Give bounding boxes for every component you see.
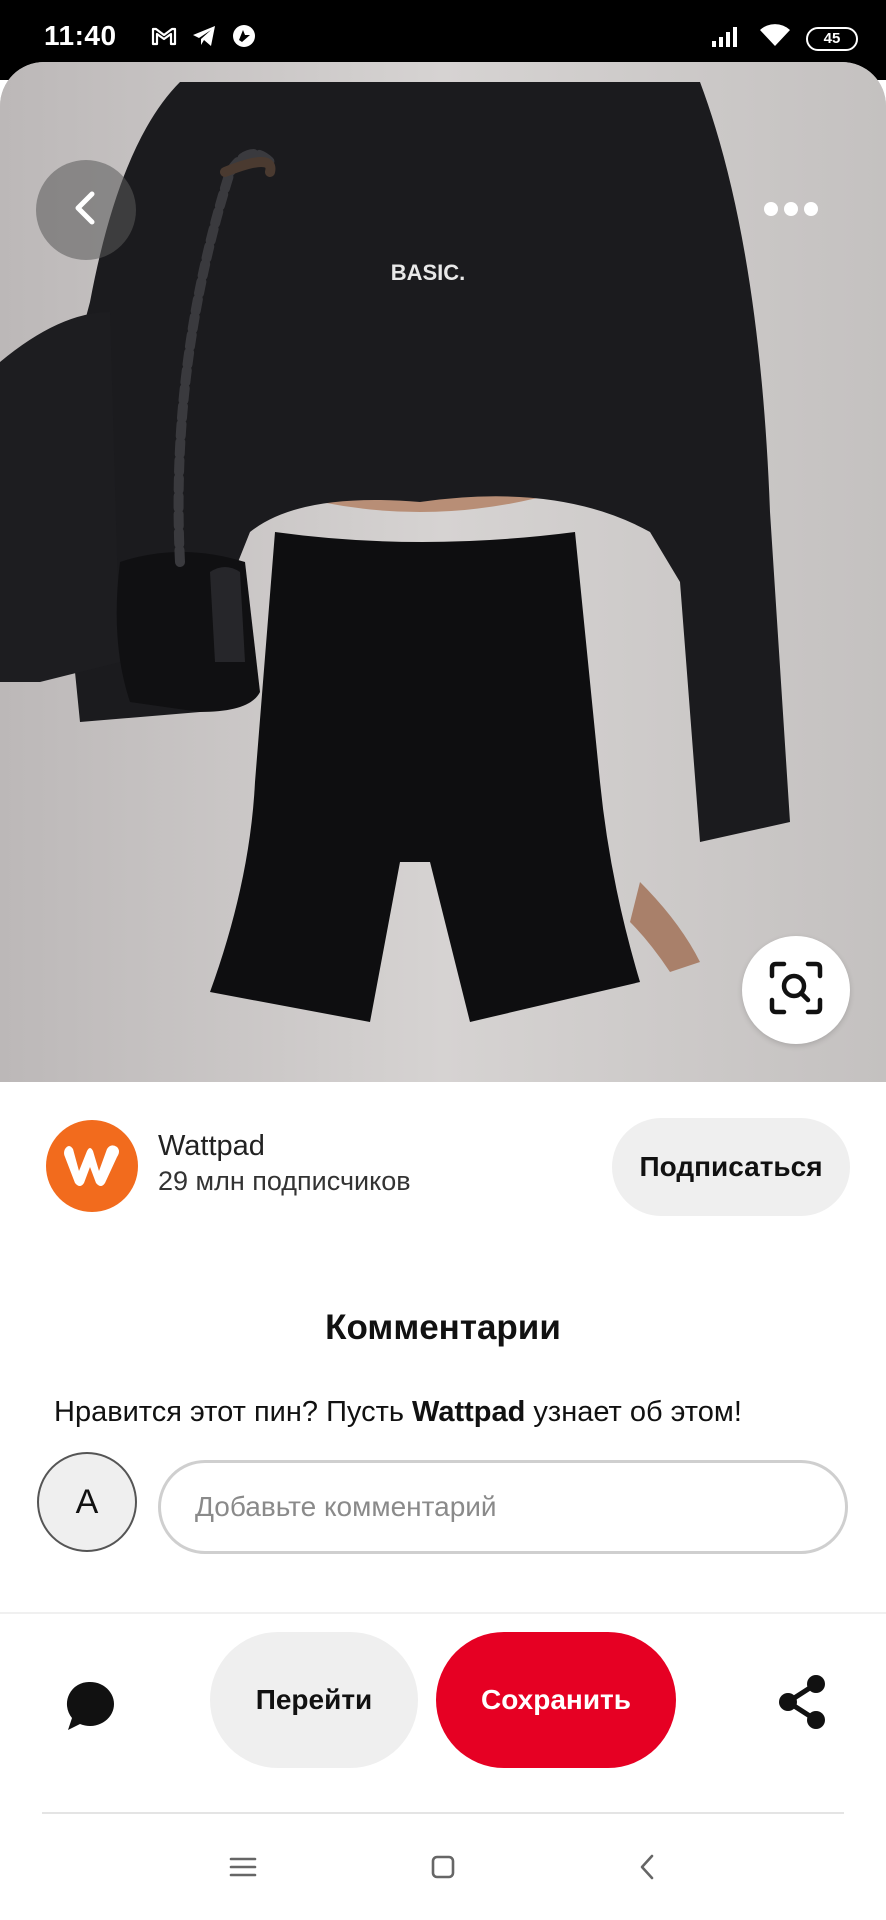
comment-button[interactable]	[56, 1674, 124, 1742]
back-chevron-icon	[635, 1852, 659, 1887]
visual-search-button[interactable]	[742, 936, 850, 1044]
battery-indicator: 45	[806, 26, 858, 51]
comments-prompt-creator: Wattpad	[412, 1396, 526, 1428]
share-icon	[774, 1672, 830, 1737]
comments-prompt: Нравится этот пин? Пусть Wattpad узнает …	[54, 1396, 742, 1429]
comments-prompt-end: узнает об этом!	[525, 1396, 742, 1428]
telegram-icon	[190, 22, 218, 55]
save-button[interactable]: Сохранить	[436, 1632, 676, 1768]
user-avatar[interactable]: A	[37, 1452, 137, 1552]
speech-bubble-icon	[62, 1678, 118, 1739]
action-bar: Перейти Сохранить	[0, 1614, 886, 1814]
status-notification-icons	[150, 22, 258, 55]
wifi-icon	[758, 22, 792, 55]
more-options-button[interactable]	[746, 134, 836, 224]
wattpad-logo-icon	[59, 1139, 125, 1194]
sweatshirt-print: BASIC.	[391, 260, 466, 285]
chevron-left-icon	[66, 188, 106, 233]
home-button[interactable]	[418, 1844, 468, 1894]
home-square-icon	[429, 1853, 457, 1886]
system-nav-bar	[0, 1814, 886, 1920]
system-back-button[interactable]	[622, 1844, 672, 1894]
comment-input[interactable]	[158, 1460, 848, 1554]
gmail-icon	[150, 22, 178, 55]
menu-icon	[228, 1855, 258, 1884]
creator-avatar[interactable]	[46, 1120, 138, 1212]
creator-row: Wattpad 29 млн подписчиков Подписаться	[0, 1100, 886, 1220]
more-dots-icon	[759, 199, 823, 224]
recent-apps-button[interactable]	[218, 1844, 268, 1894]
comments-title: Комментарии	[325, 1308, 561, 1347]
status-time: 11:40	[44, 20, 117, 51]
app-notification-icon	[230, 22, 258, 55]
creator-followers-count: 29 млн подписчиков	[158, 1166, 411, 1196]
visit-button[interactable]: Перейти	[210, 1632, 418, 1768]
back-button[interactable]	[36, 160, 136, 260]
comments-prompt-start: Нравится этот пин? Пусть	[54, 1396, 413, 1428]
share-button[interactable]	[768, 1670, 836, 1738]
visual-search-icon	[768, 960, 824, 1021]
signal-icon	[710, 23, 744, 54]
subscribe-button[interactable]: Подписаться	[612, 1118, 850, 1216]
pin-image[interactable]: BASIC.	[0, 62, 886, 1082]
status-right-icons: 45	[710, 22, 858, 55]
creator-name[interactable]: Wattpad	[158, 1130, 265, 1163]
